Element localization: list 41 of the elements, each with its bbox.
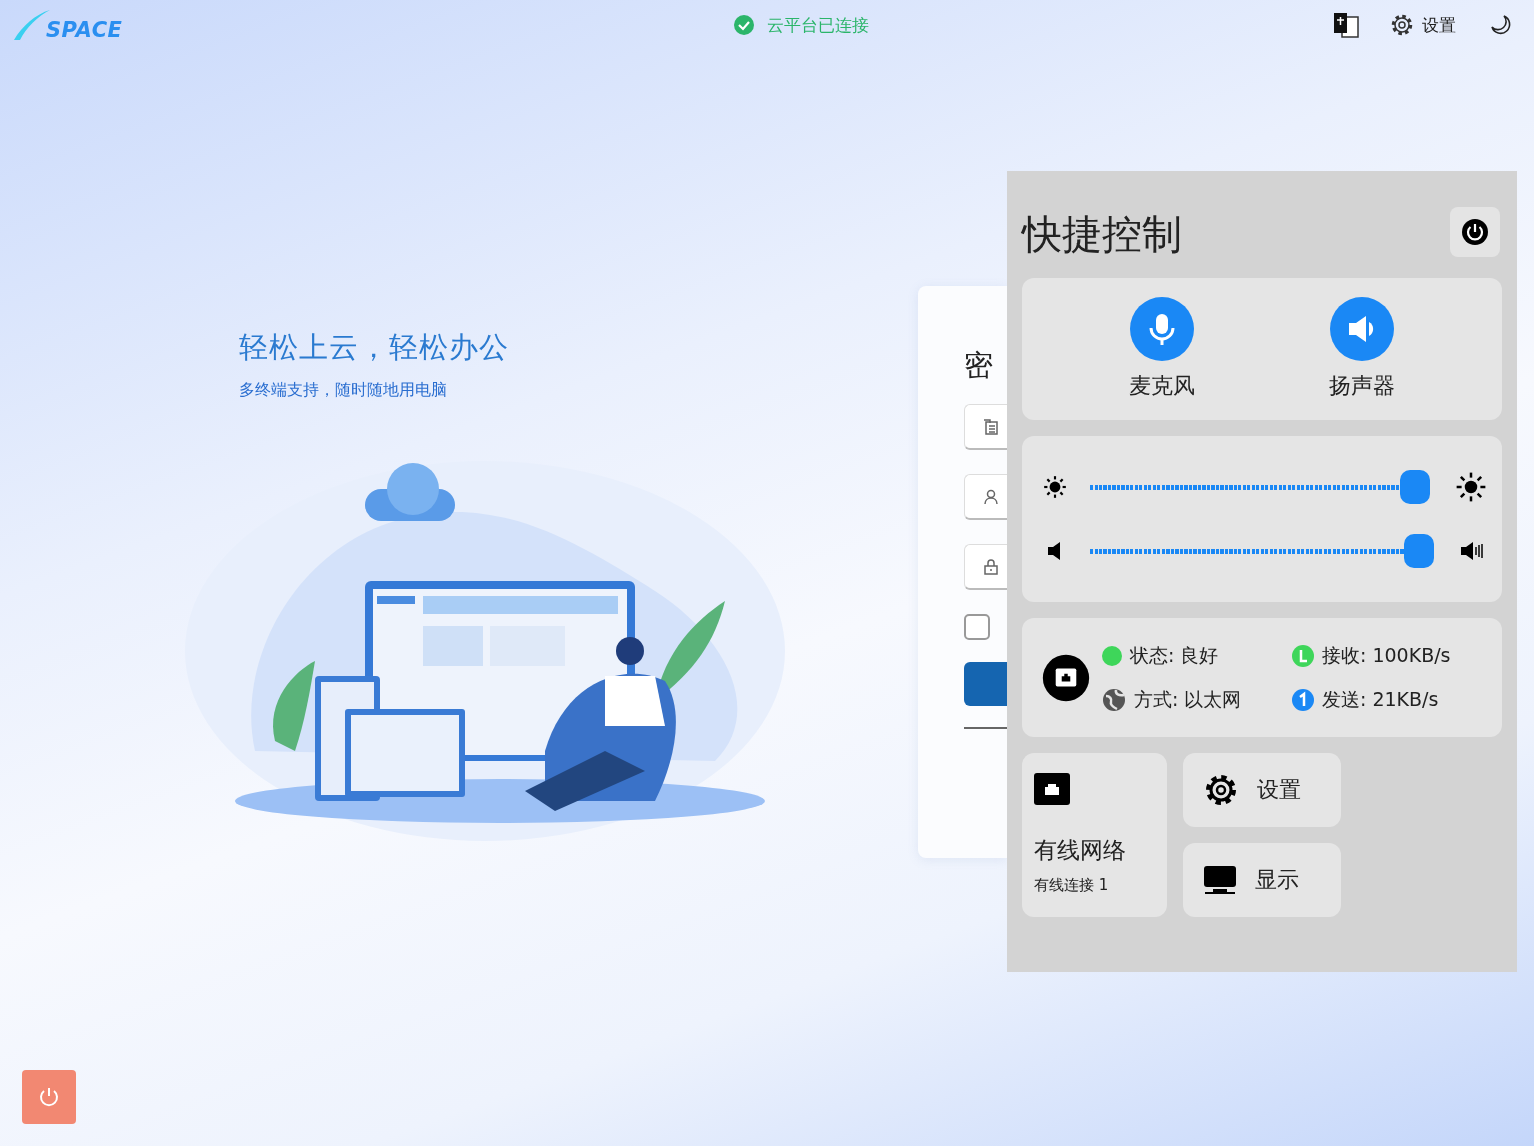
- input-field[interactable]: [964, 404, 1007, 450]
- globe-icon: [1102, 687, 1126, 712]
- network-info: 方式: 以太网: [1134, 686, 1242, 712]
- remember-checkbox[interactable]: [964, 614, 990, 640]
- slider-track[interactable]: [1090, 534, 1434, 568]
- settings-button[interactable]: 设置: [1390, 13, 1456, 37]
- panel-title: 快捷控制: [1022, 209, 1182, 259]
- volume-high-icon: [1460, 540, 1486, 562]
- server-icon: [983, 418, 999, 435]
- audio-toggle[interactable]: 扬声器: [1329, 297, 1395, 401]
- hero-title: 轻松上云，轻松办公: [239, 329, 510, 366]
- login-title: 密: [964, 347, 993, 384]
- power-icon: [38, 1086, 60, 1108]
- microphone-icon: [1147, 312, 1177, 346]
- power-icon: [1461, 218, 1489, 246]
- quick-button[interactable]: 设置: [1183, 753, 1341, 827]
- audio-toggle[interactable]: 麦克风: [1129, 297, 1195, 401]
- monitor-icon: [1203, 865, 1237, 895]
- slider-thumb[interactable]: [1404, 534, 1434, 568]
- input-field[interactable]: [964, 474, 1007, 520]
- quick-button[interactable]: 显示: [1183, 843, 1341, 917]
- wired-network-tile[interactable]: 有线网络 有线连接 1: [1022, 753, 1167, 917]
- settings-icon: [1203, 772, 1239, 808]
- tile-subtitle: 有线连接 1: [1034, 876, 1109, 895]
- power-button[interactable]: [1450, 207, 1500, 257]
- network-info: 状态: 良好: [1130, 642, 1219, 668]
- hero-subtitle: 多终端支持，随时随地用电脑: [239, 380, 448, 401]
- brightness-low-icon: [1042, 474, 1068, 500]
- settings-icon: [1390, 13, 1414, 37]
- logo-text: SPACE: [46, 18, 123, 42]
- slider-thumb[interactable]: [1400, 470, 1430, 504]
- volume-low-icon: [1047, 540, 1063, 562]
- tile-title: 有线网络: [1034, 836, 1126, 865]
- slider-track[interactable]: [1090, 470, 1430, 504]
- connection-status: 云平台已连接: [767, 13, 869, 37]
- brightness-high-icon: [1456, 472, 1486, 502]
- user-icon: [983, 488, 999, 505]
- input-field[interactable]: [964, 544, 1007, 590]
- lock-icon: [983, 558, 999, 575]
- network-info: 接收: 100KB/s: [1322, 642, 1451, 668]
- network-info: 发送: 21KB/s: [1322, 686, 1439, 712]
